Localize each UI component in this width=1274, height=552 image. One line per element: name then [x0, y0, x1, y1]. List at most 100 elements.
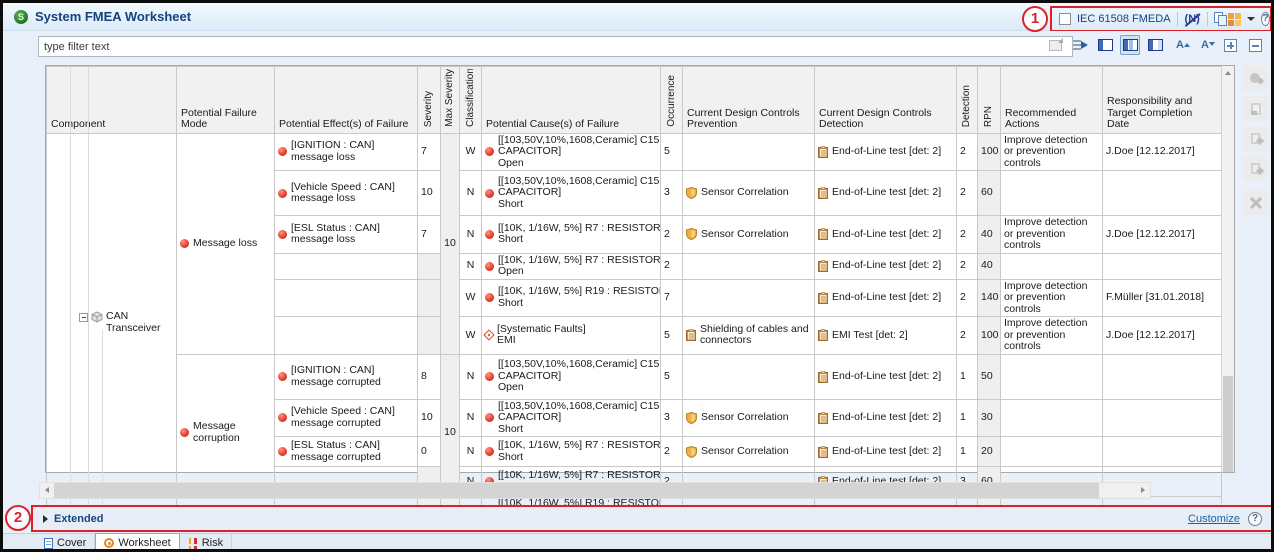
font-decrease-button[interactable]: A [1195, 35, 1215, 55]
cell-rpn[interactable]: 40 [978, 253, 1001, 279]
cell-responsibility[interactable]: J.Doe [12.12.2017] [1103, 133, 1222, 171]
cell-detection-control[interactable]: End-of-Line test [det: 2] [815, 253, 957, 279]
cell-classification[interactable]: N [460, 354, 482, 399]
cell-occurrence[interactable]: 3 [661, 171, 683, 216]
cell-cause[interactable]: [[103,50V,10%,1608,Ceramic] C15 : CAPACI… [482, 133, 661, 171]
scroll-left-button[interactable] [40, 483, 55, 498]
cell-detection[interactable]: 1 [957, 399, 978, 437]
cell-cause[interactable]: [[103,50V,10%,1608,Ceramic] C15 : CAPACI… [482, 354, 661, 399]
cell-occurrence[interactable]: 5 [661, 133, 683, 171]
cell-detection[interactable]: 2 [957, 279, 978, 317]
cell-severity[interactable]: 8 [418, 354, 441, 399]
cell-recommended[interactable]: Improve detection or prevention controls [1001, 216, 1103, 254]
cell-prevention[interactable]: Sensor Correlation [683, 399, 815, 437]
iec61508-fmeda-checkbox[interactable] [1059, 13, 1071, 25]
vertical-scrollbar[interactable] [1221, 66, 1234, 472]
cell-effect[interactable]: [IGNITION : CAN] message corrupted [275, 354, 418, 399]
horizontal-scrollbar[interactable] [39, 482, 1151, 499]
cell-detection-control[interactable]: End-of-Line test [det: 2] [815, 437, 957, 467]
cell-detection-control[interactable]: EMI Test [det: 2] [815, 317, 957, 355]
cell-effect[interactable] [275, 317, 418, 355]
cell-detection[interactable]: 2 [957, 253, 978, 279]
cell-cause[interactable]: [[103,50V,10%,1608,Ceramic] C15 : CAPACI… [482, 171, 661, 216]
cell-recommended[interactable]: Improve detection or prevention controls [1001, 133, 1103, 171]
cell-detection-control[interactable]: End-of-Line test [det: 2] [815, 354, 957, 399]
horizontal-scroll-thumb[interactable] [54, 483, 1099, 498]
extended-section-toggle[interactable]: Extended [54, 513, 104, 525]
cell-severity[interactable]: 0 [418, 437, 441, 467]
add-action-button[interactable] [1243, 66, 1268, 91]
col-detection[interactable]: Detection [957, 67, 978, 134]
layout-full-button[interactable] [1120, 35, 1140, 55]
font-increase-button[interactable]: A [1170, 35, 1190, 55]
cell-prevention[interactable] [683, 354, 815, 399]
expand-all-button[interactable] [1220, 35, 1240, 55]
cell-detection[interactable]: 2 [957, 216, 978, 254]
dropdown-caret-icon[interactable] [1247, 17, 1255, 21]
cell-effect[interactable]: [Vehicle Speed : CAN] message corrupted [275, 399, 418, 437]
cell-detection-control[interactable]: End-of-Line test [det: 2] [815, 399, 957, 437]
cell-detection[interactable]: 2 [957, 133, 978, 171]
cell-responsibility[interactable] [1103, 171, 1222, 216]
cell-detection-control[interactable]: End-of-Line test [det: 2] [815, 171, 957, 216]
layout-compact-button[interactable] [1095, 35, 1115, 55]
collapse-all-button[interactable] [1245, 35, 1265, 55]
layout-split-button[interactable] [1145, 35, 1165, 55]
cell-occurrence[interactable]: 2 [661, 253, 683, 279]
vertical-scroll-thumb[interactable] [1223, 376, 1233, 472]
tab-worksheet[interactable]: Worksheet [95, 533, 179, 552]
cell-occurrence[interactable]: 2 [661, 437, 683, 467]
cell-effect[interactable] [275, 253, 418, 279]
cell-responsibility[interactable]: J.Doe [12.12.2017] [1103, 216, 1222, 254]
cell-rpn[interactable]: 100 [978, 133, 1001, 171]
cell-recommended[interactable] [1001, 253, 1103, 279]
cell-recommended[interactable] [1001, 399, 1103, 437]
cell-occurrence[interactable]: 2 [661, 216, 683, 254]
cell-rpn[interactable]: 40 [978, 216, 1001, 254]
cell-cause[interactable]: [[10K, 1/16W, 5%] R19 : RESISTOR] Short [482, 279, 661, 317]
col-classification[interactable]: Classification [460, 67, 482, 134]
cell-cause[interactable]: [[10K, 1/16W, 5%] R7 : RESISTOR] Short [482, 437, 661, 467]
cell-effect[interactable] [275, 279, 418, 317]
cell-responsibility[interactable]: J.Doe [12.12.2017] [1103, 317, 1222, 355]
customize-link[interactable]: Customize [1188, 513, 1240, 525]
cell-recommended[interactable] [1001, 171, 1103, 216]
cell-responsibility[interactable] [1103, 437, 1222, 467]
cell-prevention[interactable]: Sensor Correlation [683, 216, 815, 254]
cell-rpn[interactable]: 140 [978, 279, 1001, 317]
cell-prevention[interactable] [683, 253, 815, 279]
cell-max-severity[interactable]: 10 [441, 133, 460, 354]
cell-occurrence[interactable]: 3 [661, 399, 683, 437]
cell-severity[interactable] [418, 253, 441, 279]
cell-recommended[interactable] [1001, 354, 1103, 399]
cell-recommended[interactable]: Improve detection or prevention controls [1001, 317, 1103, 355]
cell-severity[interactable]: 7 [418, 133, 441, 171]
help-icon[interactable]: ? [1261, 12, 1270, 26]
cell-classification[interactable]: N [460, 437, 482, 467]
cell-classification[interactable]: N [460, 216, 482, 254]
col-severity[interactable]: Severity [418, 67, 441, 134]
cell-cause[interactable]: [[103,50V,10%,1608,Ceramic] C15 : CAPACI… [482, 399, 661, 437]
tree-collapse-toggle[interactable] [79, 313, 88, 322]
cell-effect[interactable]: [ESL Status : CAN] message loss [275, 216, 418, 254]
cell-detection-control[interactable]: End-of-Line test [det: 2] [815, 279, 957, 317]
col-recommended-actions[interactable]: Recommended Actions [1001, 67, 1103, 134]
hide-annotations-icon[interactable]: (N) [1184, 13, 1201, 25]
cell-recommended[interactable] [1001, 437, 1103, 467]
cell-cause[interactable]: [Systematic Faults] EMI [482, 317, 661, 355]
cell-severity[interactable] [418, 317, 441, 355]
cell-responsibility[interactable] [1103, 253, 1222, 279]
cell-occurrence[interactable]: 5 [661, 317, 683, 355]
cell-rpn[interactable]: 30 [978, 399, 1001, 437]
cell-rpn[interactable]: 60 [978, 171, 1001, 216]
tab-risk[interactable]: Risk [180, 534, 232, 552]
cell-detection-control[interactable]: End-of-Line test [det: 2] [815, 216, 957, 254]
col-occurrence[interactable]: Occurrence [661, 67, 683, 134]
cell-cause[interactable]: [[10K, 1/16W, 5%] R7 : RESISTOR] Open [482, 253, 661, 279]
cell-classification[interactable]: W [460, 279, 482, 317]
col-component[interactable]: Component [47, 67, 177, 134]
cell-classification[interactable]: W [460, 133, 482, 171]
cell-rpn[interactable]: 50 [978, 354, 1001, 399]
cell-severity[interactable] [418, 279, 441, 317]
cell-classification[interactable]: W [460, 317, 482, 355]
